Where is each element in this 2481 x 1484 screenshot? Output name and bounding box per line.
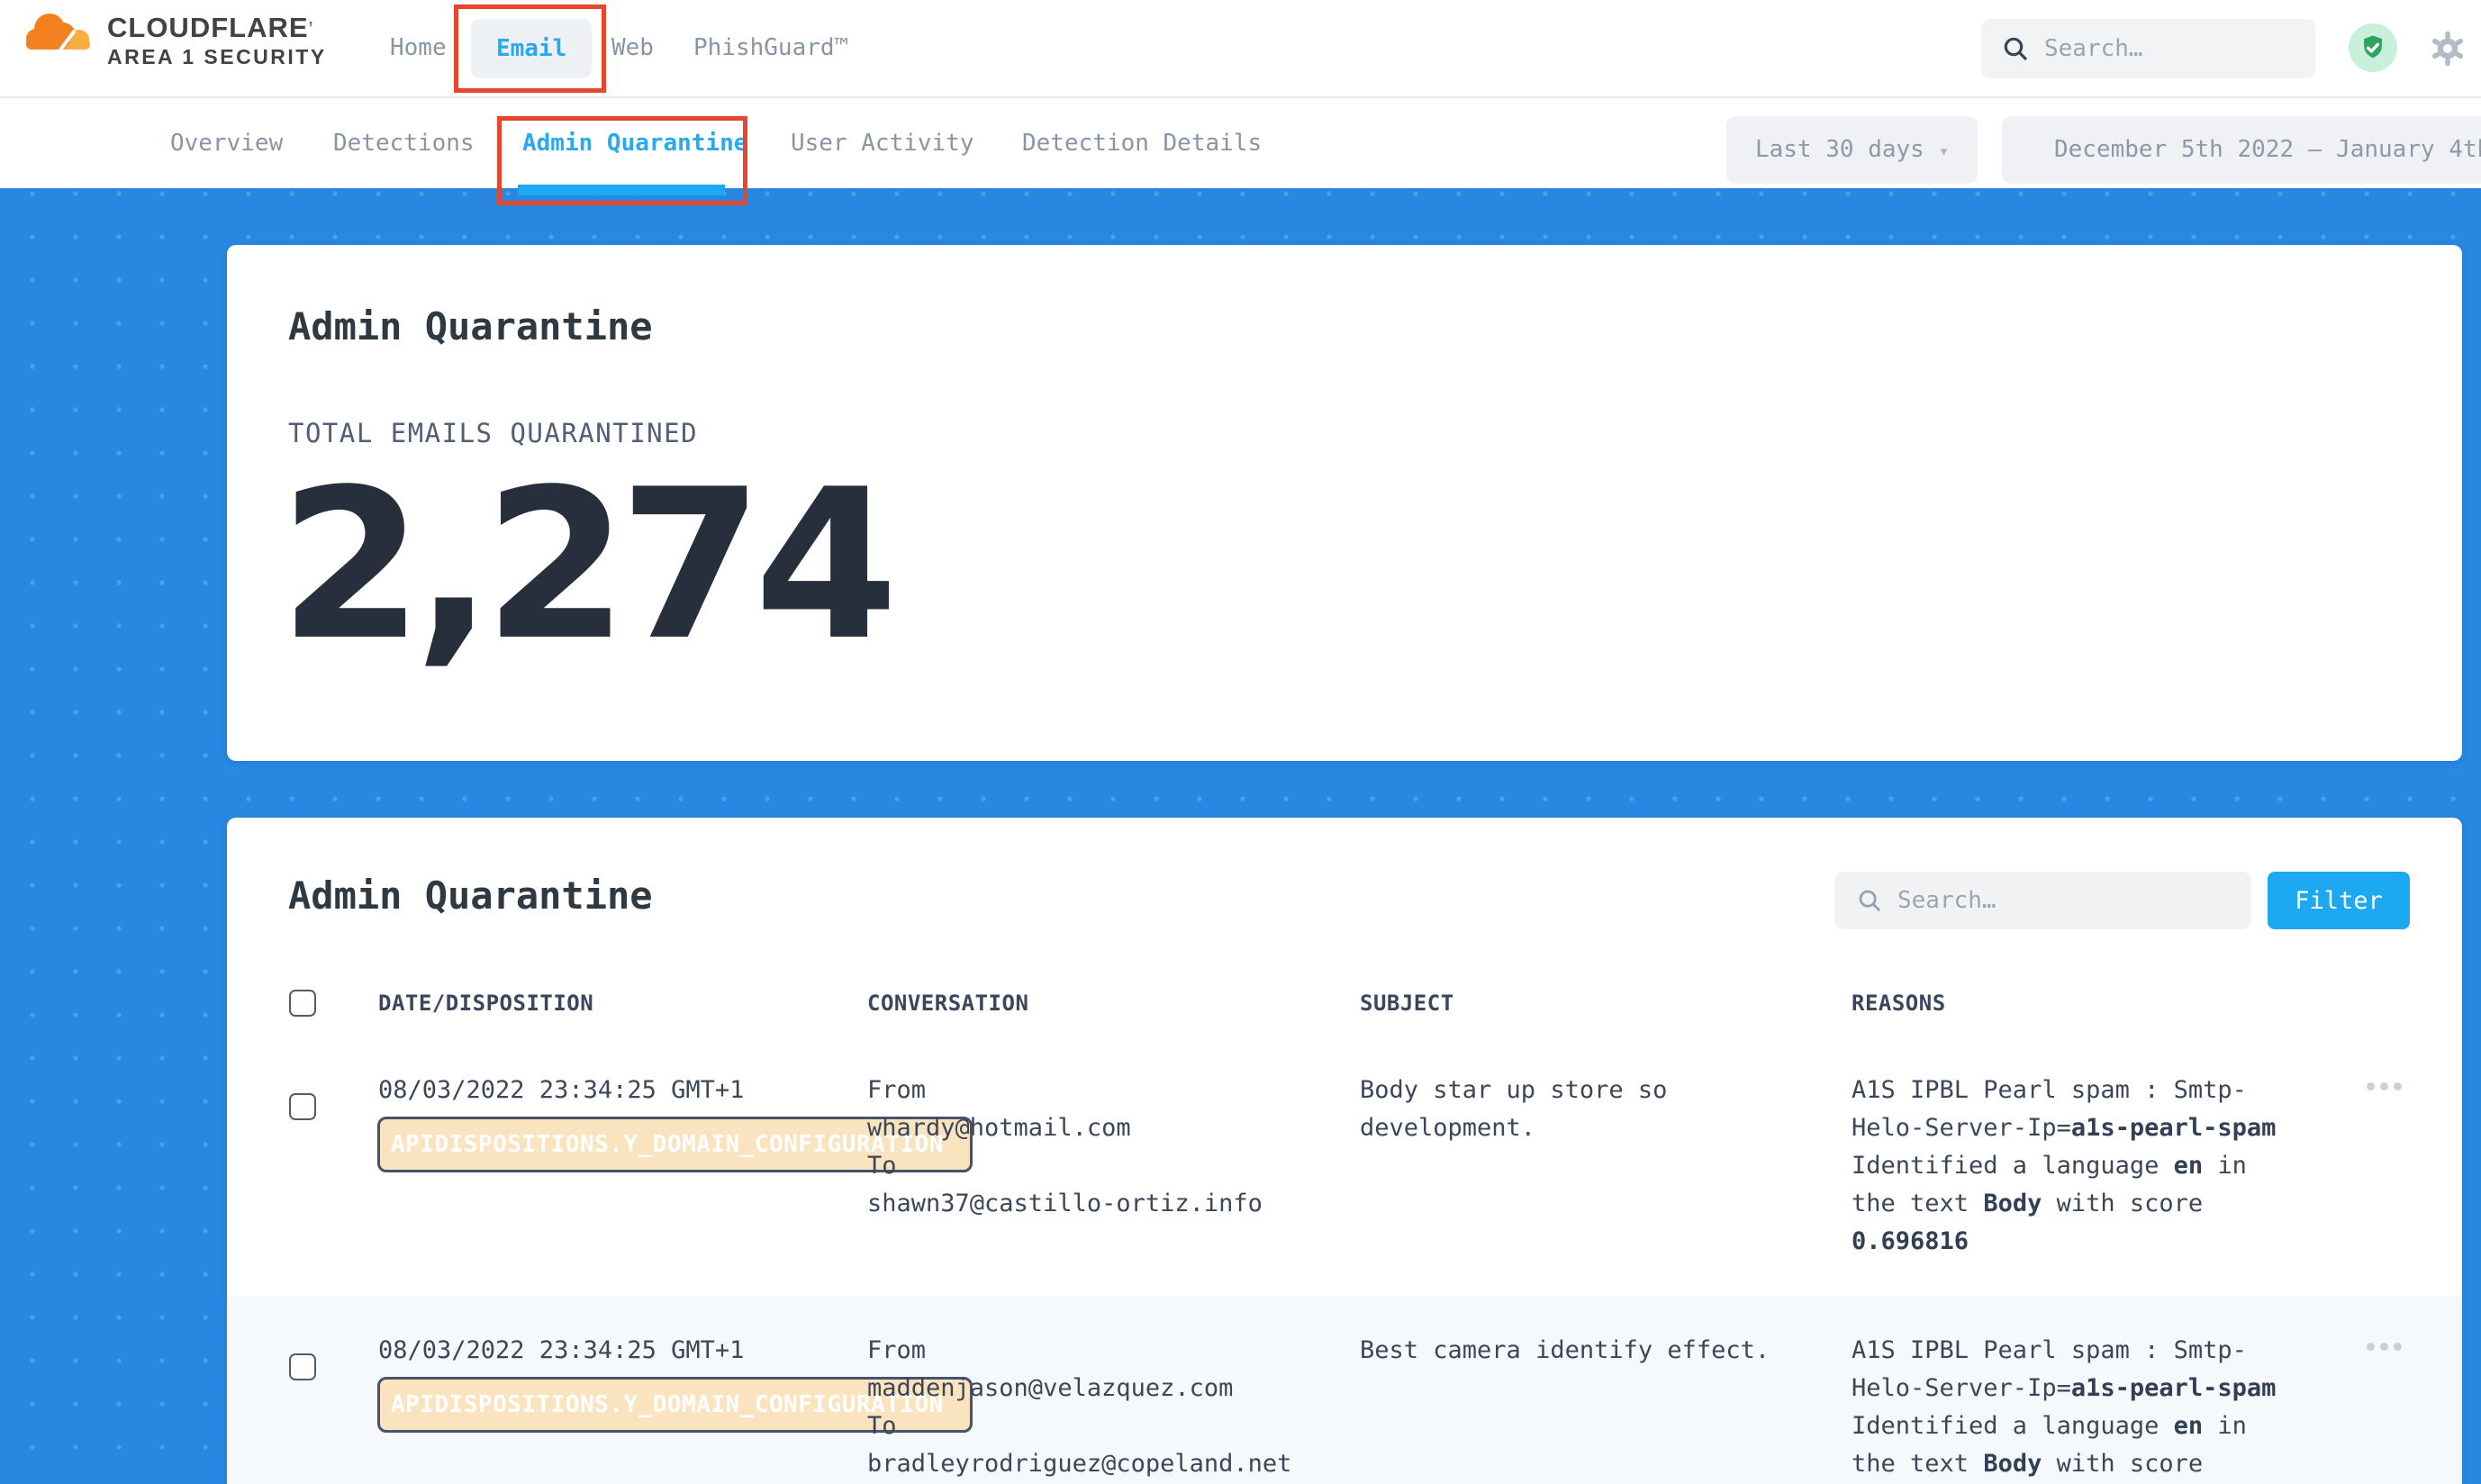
tab-user-activity[interactable]: User Activity [791,98,974,188]
from-address: maddenjason@velazquez.com [867,1370,1360,1407]
nav-item-web[interactable]: Web [611,0,654,96]
reason-bold-segment: Body [1983,1450,2042,1478]
row-actions-cell [2358,1036,2462,1296]
subject-text: Body star up store so development. [1360,1072,1810,1147]
summary-card: Admin Quarantine TOTAL EMAILS QUARANTINE… [227,245,2462,761]
reason-segment: Identified a language [1852,1412,2174,1440]
reason-bold-segment: a1s-pearl-spam [2071,1114,2277,1142]
reason-bold-segment: Body [1983,1190,2042,1217]
row-checkbox-cell [289,1296,378,1484]
nav-item-phishguard[interactable]: PhishGuard™ [693,0,848,96]
ellipsis-dot [2367,1082,2375,1090]
tab-detections[interactable]: Detections [333,98,475,188]
column-header-subject: SUBJECT [1360,991,1852,1016]
select-all-checkbox[interactable] [289,990,316,1017]
reason-segment: with score [2042,1190,2203,1217]
brand-text: CLOUDFLARE’ AREA 1 SECURITY [107,5,327,69]
summary-card-title: Admin Quarantine [288,304,653,348]
header-search-input[interactable] [2042,34,2271,63]
row-checkbox[interactable] [289,1353,316,1380]
metric-value: 2,274 [279,463,890,670]
ellipsis-dot [2367,1343,2375,1351]
table-search-input[interactable] [1896,886,2205,915]
chevron-down-icon: ▾ [1939,141,1949,161]
quarantine-card: Admin Quarantine Filter DATE/DISPOSITION… [227,818,2462,1484]
row-menu-ellipsis[interactable] [2358,1036,2462,1090]
tab-overview[interactable]: Overview [170,98,283,188]
reason-segment: Identified a language [1852,1152,2174,1180]
app-header: CLOUDFLARE’ AREA 1 SECURITY Home Email Web… [0,0,2481,96]
quarantine-table: DATE/DISPOSITIONCONVERSATIONSUBJECTREASO… [227,971,2462,1484]
cloudflare-logo[interactable]: CLOUDFLARE’ AREA 1 SECURITY [23,5,327,69]
column-header-date-disposition: DATE/DISPOSITION [378,991,867,1016]
tab-detection-details[interactable]: Detection Details [1022,98,1262,188]
ellipsis-dot [2380,1343,2388,1351]
ellipsis-dot [2394,1082,2402,1090]
column-header-reasons: REASONS [1852,991,2358,1016]
subject-cell: Body star up store so development. [1360,1036,1852,1296]
reasons-text: A1S IPBL Pearl spam : Smtp-Helo-Server-I… [1852,1332,2284,1484]
to-label: To [867,1407,1360,1445]
brand-subtitle: AREA 1 SECURITY [107,44,327,69]
tab-admin-quarantine[interactable]: Admin Quarantine [522,98,747,188]
trademark-mark: ’ [309,19,314,37]
header-search [1981,19,2315,78]
search-icon [2001,34,2030,63]
column-header-conversation: CONVERSATION [867,991,1360,1016]
subject-cell: Best camera identify effect. [1360,1296,1852,1484]
cloudflare-cloud-icon [23,5,96,58]
date-range-display[interactable]: December 5th 2022 — January 4th 2023 [2002,116,2481,184]
content-area: Admin Quarantine TOTAL EMAILS QUARANTINE… [0,186,2481,1484]
row-actions-cell [2358,1296,2462,1484]
conversation-cell: Fromwhardy@hotmail.comToshawn37@castillo… [867,1036,1360,1296]
row-checkbox[interactable] [289,1093,316,1120]
row-menu-ellipsis[interactable] [2358,1296,2462,1351]
active-tab-underline [518,185,725,195]
row-checkbox-cell [289,1036,378,1296]
subnav: Overview Detections Admin Quarantine User A… [0,96,2481,188]
date-range-dropdown-label: Last 30 days [1755,136,1924,163]
ellipsis-dot [2394,1343,2402,1351]
reason-segment: with score [2042,1450,2203,1478]
to-label: To [867,1147,1360,1185]
from-label: From [867,1332,1360,1370]
search-icon [1856,887,1883,914]
ellipsis-dot [2380,1082,2388,1090]
reasons-text: A1S IPBL Pearl spam : Smtp-Helo-Server-I… [1852,1072,2284,1261]
reason-bold-segment: en [2174,1152,2204,1180]
nav-item-email[interactable]: Email [471,19,592,78]
table-header-row: DATE/DISPOSITIONCONVERSATIONSUBJECTREASO… [227,971,2462,1036]
table-body: 08/03/2022 23:34:25 GMT+1APIDISPOSITIONS… [227,1036,2462,1484]
reasons-cell: A1S IPBL Pearl spam : Smtp-Helo-Server-I… [1852,1296,2358,1484]
table-row[interactable]: 08/03/2022 23:34:25 GMT+1APIDISPOSITIONS… [227,1036,2462,1296]
page: CLOUDFLARE’ AREA 1 SECURITY Home Email Web… [0,0,2481,1484]
subject-text: Best camera identify effect. [1360,1332,1810,1370]
from-label: From [867,1072,1360,1109]
quarantine-card-title: Admin Quarantine [288,873,653,918]
from-address: whardy@hotmail.com [867,1109,1360,1147]
reason-bold-segment: en [2174,1412,2204,1440]
shield-check-icon [2358,32,2388,63]
reasons-cell: A1S IPBL Pearl spam : Smtp-Helo-Server-I… [1852,1036,2358,1296]
table-search [1834,872,2251,929]
to-address: bradleyrodriguez@copeland.net [867,1445,1360,1483]
settings-gear-icon[interactable] [2428,29,2467,68]
row-datetime: 08/03/2022 23:34:25 GMT+1 [378,1072,867,1109]
date-range-dropdown[interactable]: Last 30 days ▾ [1726,116,1978,184]
brand-name: CLOUDFLARE’ [107,12,327,44]
reason-bold-segment: 0.696816 [1852,1227,1969,1255]
conversation-cell: Frommaddenjason@velazquez.comTobradleyro… [867,1296,1360,1484]
row-datetime: 08/03/2022 23:34:25 GMT+1 [378,1332,867,1370]
metric-label: TOTAL EMAILS QUARANTINED [288,418,698,448]
reason-bold-segment: a1s-pearl-spam [2071,1374,2277,1402]
nav-item-home[interactable]: Home [390,0,447,96]
protection-status-badge[interactable] [2349,23,2397,72]
to-address: shawn37@castillo-ortiz.info [867,1185,1360,1223]
filter-button[interactable]: Filter [2268,872,2410,929]
table-row[interactable]: 08/03/2022 23:34:25 GMT+1APIDISPOSITIONS… [227,1296,2462,1484]
